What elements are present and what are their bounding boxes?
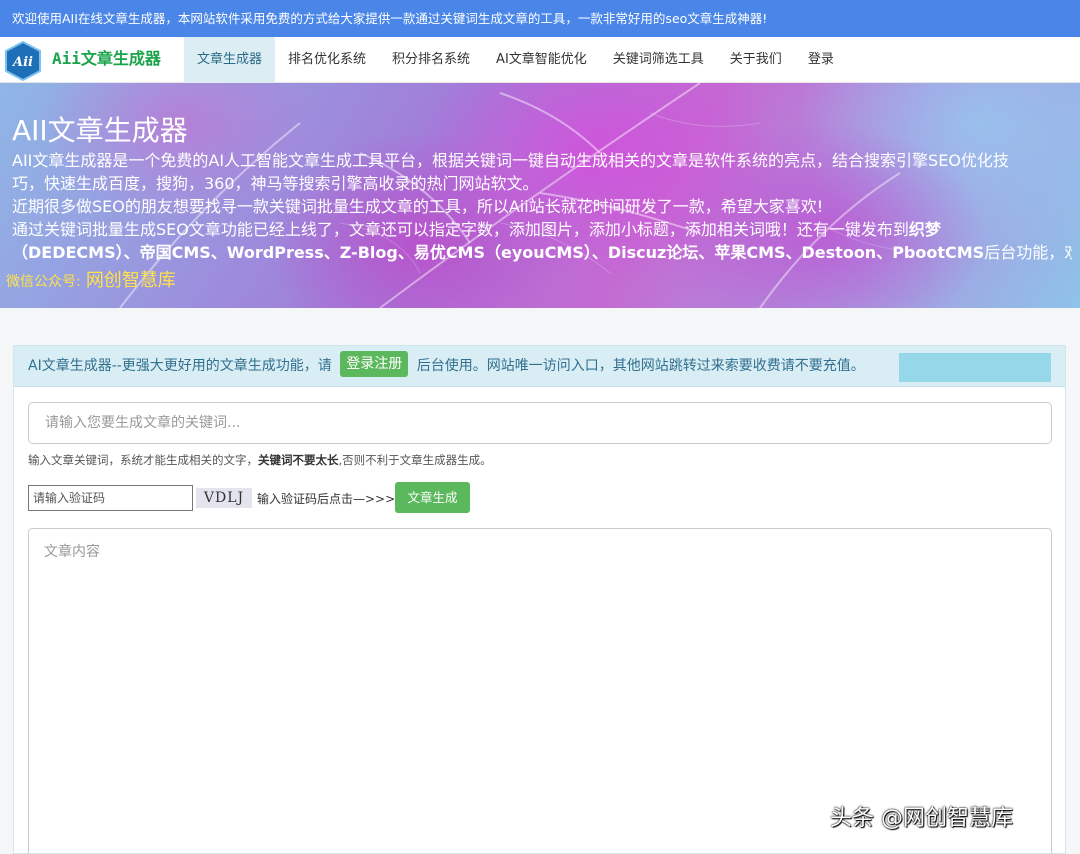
generator-panel: AI文章生成器--更强大更好用的文章生成功能，请 登录注册 后台使用。网站唯一访… (13, 345, 1066, 854)
notice-text: 后台使用。网站唯一访问入口，其他网站跳转过来索要收费请不要充值。 (416, 358, 865, 374)
captcha-tip: 输入验证码后点击—>>> (257, 492, 396, 506)
hero-line: （DEDECMS）、帝国CMS、WordPress、Z-Blog、易优CMS（e… (12, 241, 1072, 264)
hint-text: 输入文章关键词，系统才能生成相关的文字， (28, 453, 258, 467)
hero-line: 通过关键词批量生成SEO文章功能已经上线了，文章还可以指定字数，添加图片，添加小… (12, 218, 1072, 241)
site-logo-icon[interactable]: Aii (3, 41, 43, 81)
hero-line: 近期很多做SEO的朋友想要找寻一款关键词批量生成文章的工具，所以Aii站长就花时… (12, 197, 824, 216)
nav-item-ranking-optimization[interactable]: 排名优化系统 (275, 37, 379, 83)
site-name[interactable]: Aii文章生成器 (52, 45, 161, 69)
hero-line-text: 后台功能，欢 (984, 243, 1072, 262)
keyword-input[interactable]: 请输入您要生成文章的关键词... (28, 402, 1052, 444)
hero-title: AII文章生成器 (12, 114, 188, 147)
hero-line-bold: （DEDECMS）、帝国CMS、WordPress、Z-Blog、易优CMS（e… (12, 243, 985, 262)
captcha-image[interactable]: VDLJ (196, 488, 252, 508)
nav-item-login[interactable]: 登录 (795, 37, 847, 83)
hero-description: AII文章生成器是一个免费的AI人工智能文章生成工具平台，根据关键词一键自动生成… (12, 149, 1072, 264)
nav-item-about-us[interactable]: 关于我们 (717, 37, 795, 83)
hero-line: AII文章生成器是一个免费的AI人工智能文章生成工具平台，根据关键词一键自动生成… (12, 151, 1009, 170)
nav-item-points-ranking[interactable]: 积分排名系统 (379, 37, 483, 83)
nav-item-ai-article-optimization[interactable]: AI文章智能优化 (483, 37, 600, 83)
hero-banner: AII文章生成器 AII文章生成器是一个免费的AI人工智能文章生成工具平台，根据… (0, 83, 1080, 308)
hint-text: ,否则不利于文章生成器生成。 (338, 453, 492, 467)
navbar: Aii Aii文章生成器 文章生成器 排名优化系统 积分排名系统 AI文章智能优… (0, 37, 1080, 83)
logo-text: Aii (11, 55, 33, 70)
hero-line: 巧，快速生成百度，搜狗，360，神马等搜索引擎高收录的热门网站软文。 (12, 174, 539, 193)
captcha-input[interactable]: 请输入验证码 (28, 485, 193, 511)
generate-article-button[interactable]: 文章生成 (395, 482, 470, 513)
hint-bold: 关键词不要太长 (258, 453, 339, 467)
nav-item-keyword-filter[interactable]: 关键词筛选工具 (600, 37, 717, 83)
announcement-text: 欢迎使用AII在线文章生成器，本网站软件采用免费的方式给大家提供一款通过关键词生… (12, 11, 768, 26)
wechat-value: 网创智慧库 (85, 270, 176, 291)
hero-line-text: 通过关键词批量生成SEO文章功能已经上线了，文章还可以指定字数，添加图片，添加小… (12, 220, 909, 239)
watermark: 头条 @网创智慧库 (830, 806, 1013, 831)
notice-bar: AI文章生成器--更强大更好用的文章生成功能，请 登录注册 后台使用。网站唯一访… (14, 346, 1065, 387)
wechat-account: 微信公众号: 网创智慧库 (6, 266, 176, 292)
notice-text: AI文章生成器--更强大更好用的文章生成功能，请 (28, 358, 332, 374)
nav-item-article-generator[interactable]: 文章生成器 (184, 37, 276, 83)
notice-placeholder-box (899, 353, 1051, 382)
top-announcement-bar: 欢迎使用AII在线文章生成器，本网站软件采用免费的方式给大家提供一款通过关键词生… (0, 0, 1080, 37)
wechat-label: 微信公众号: (6, 274, 81, 290)
login-register-button[interactable]: 登录注册 (340, 351, 409, 377)
keyword-hint: 输入文章关键词，系统才能生成相关的文字，关键词不要太长,否则不利于文章生成器生成… (28, 452, 492, 468)
hero-line-bold: 织梦 (908, 220, 941, 239)
main-nav: 文章生成器 排名优化系统 积分排名系统 AI文章智能优化 关键词筛选工具 关于我… (184, 37, 847, 83)
